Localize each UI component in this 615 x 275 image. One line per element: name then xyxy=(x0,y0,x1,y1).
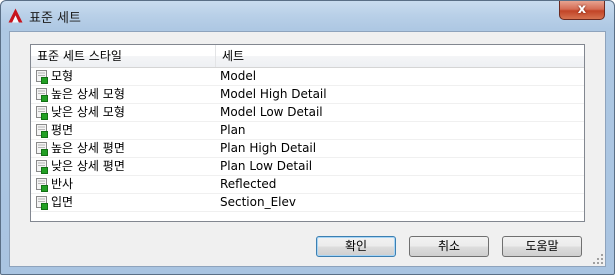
dialog-body: 표준 세트 스타일 세트 모형 Model 높은 상세 모형 Model High D… xyxy=(9,31,606,267)
display-set-icon xyxy=(35,177,49,192)
row-set-name: Plan Low Detail xyxy=(220,159,313,173)
row-style-name: 모형 xyxy=(51,69,74,83)
list-item[interactable]: 입면 Section_Elev xyxy=(31,194,584,212)
list-item[interactable]: 반사 Reflected xyxy=(31,176,584,194)
list-header: 표준 세트 스타일 세트 xyxy=(31,45,584,68)
display-set-icon xyxy=(35,69,49,84)
close-icon: x xyxy=(577,2,587,17)
resize-grip-icon[interactable] xyxy=(592,253,604,265)
list-item[interactable]: 낮은 상세 모형 Model Low Detail xyxy=(31,104,584,122)
help-button[interactable]: 도움말 xyxy=(502,236,582,257)
list-item[interactable]: 낮은 상세 평면 Plan Low Detail xyxy=(31,158,584,176)
row-set-name: Plan xyxy=(220,123,246,137)
column-header-set[interactable]: 세트 xyxy=(216,45,584,67)
ok-button[interactable]: 확인 xyxy=(316,236,396,257)
row-style-name: 반사 xyxy=(51,177,74,191)
row-style-name: 입면 xyxy=(51,195,74,209)
app-icon xyxy=(8,8,23,23)
title-bar[interactable]: 표준 세트 x xyxy=(1,1,614,31)
display-set-icon xyxy=(35,141,49,156)
close-button[interactable]: x xyxy=(559,1,605,20)
list-item[interactable]: 평면 Plan xyxy=(31,122,584,140)
display-set-icon xyxy=(35,159,49,174)
list-item[interactable]: 모형 Model xyxy=(31,68,584,86)
display-set-icon xyxy=(35,195,49,210)
display-set-icon xyxy=(35,105,49,120)
dialog-window: 표준 세트 x 표준 세트 스타일 세트 모형 Model 높은 상세 모형 Mode… xyxy=(0,0,615,275)
row-set-name: Model High Detail xyxy=(220,87,327,101)
column-header-style[interactable]: 표준 세트 스타일 xyxy=(31,45,216,67)
display-set-icon xyxy=(35,87,49,102)
row-style-name: 평면 xyxy=(51,123,74,137)
display-set-icon xyxy=(35,123,49,138)
list-item[interactable]: 높은 상세 평면 Plan High Detail xyxy=(31,140,584,158)
row-set-name: Section_Elev xyxy=(220,195,296,209)
cancel-button[interactable]: 취소 xyxy=(409,236,489,257)
row-style-name: 낮은 상세 모형 xyxy=(51,105,125,119)
row-set-name: Model xyxy=(220,69,257,83)
row-set-name: Plan High Detail xyxy=(220,141,317,155)
standard-sets-list[interactable]: 표준 세트 스타일 세트 모형 Model 높은 상세 모형 Model High D… xyxy=(30,44,585,222)
list-item[interactable]: 높은 상세 모형 Model High Detail xyxy=(31,86,584,104)
list-rows: 모형 Model 높은 상세 모형 Model High Detail 낮은 상세 모형… xyxy=(31,68,584,212)
row-style-name: 높은 상세 모형 xyxy=(51,87,125,101)
row-set-name: Reflected xyxy=(220,177,277,191)
row-style-name: 높은 상세 평면 xyxy=(51,141,125,155)
row-style-name: 낮은 상세 평면 xyxy=(51,159,125,173)
row-set-name: Model Low Detail xyxy=(220,105,323,119)
window-title: 표준 세트 xyxy=(29,11,81,26)
